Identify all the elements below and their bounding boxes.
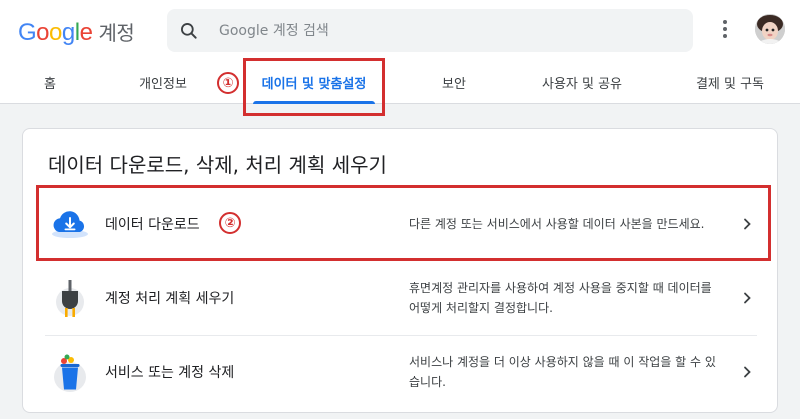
more-vert-icon[interactable] (713, 17, 737, 41)
tab-personal-info[interactable]: 개인정보 (125, 60, 201, 104)
tab-security[interactable]: 보안 (432, 60, 476, 104)
profile-avatar[interactable] (755, 14, 785, 44)
tab-home[interactable]: 홈 (35, 60, 65, 104)
annotation-marker-1: ① (217, 72, 239, 94)
search-input[interactable] (219, 22, 659, 39)
chevron-right-icon[interactable] (737, 362, 757, 382)
data-management-card: 데이터 다운로드, 삭제, 처리 계획 세우기 데이터 다운로드 다른 계정 또… (22, 128, 778, 413)
list-item-description: 서비스나 계정을 더 이상 사용하지 않을 때 이 작업을 할 수 있습니다. (409, 355, 716, 389)
annotation-marker-2: ② (219, 212, 241, 234)
search-icon[interactable] (167, 21, 211, 41)
search-bar[interactable] (167, 9, 693, 52)
tab-people-sharing[interactable]: 사용자 및 공유 (530, 60, 634, 104)
product-name: 계정 (98, 21, 135, 45)
google-account-logo[interactable]: Google 계정 (18, 17, 135, 47)
logo-letter: o (49, 19, 62, 46)
logo-letter: o (36, 19, 50, 46)
logo-letter: e (79, 19, 93, 46)
top-bar: Google 계정 홈 개인정보 데이터 및 맞춤설정 보안 사용자 및 공유 … (0, 0, 800, 104)
nav-tabs: 홈 개인정보 데이터 및 맞춤설정 보안 사용자 및 공유 결제 및 구독 (0, 60, 800, 104)
trash-can-icon (48, 352, 92, 396)
power-plug-icon (48, 278, 92, 322)
tab-payments-subscriptions[interactable]: 결제 및 구독 (682, 60, 778, 104)
list-item-label: 계정 처리 계획 세우기 (105, 291, 235, 307)
list-item-label: 서비스 또는 계정 삭제 (105, 365, 235, 381)
list-item-delete-account[interactable]: 서비스 또는 계정 삭제 서비스나 계정을 더 이상 사용하지 않을 때 이 작… (23, 337, 779, 407)
row-divider (45, 335, 757, 336)
annotation-highlight-tab (243, 58, 385, 116)
logo-letter: G (18, 19, 37, 46)
logo-letter: g (61, 19, 75, 46)
chevron-right-icon[interactable] (737, 288, 757, 308)
annotation-highlight-row (36, 185, 771, 261)
card-title: 데이터 다운로드, 삭제, 처리 계획 세우기 (48, 153, 387, 177)
list-item-description: 휴면계정 관리자를 사용하여 계정 사용을 중지할 때 데이터를 어떻게 처리할… (409, 281, 712, 315)
list-item-plan-account[interactable]: 계정 처리 계획 세우기 휴면계정 관리자를 사용하여 계정 사용을 중지할 때… (23, 263, 779, 333)
